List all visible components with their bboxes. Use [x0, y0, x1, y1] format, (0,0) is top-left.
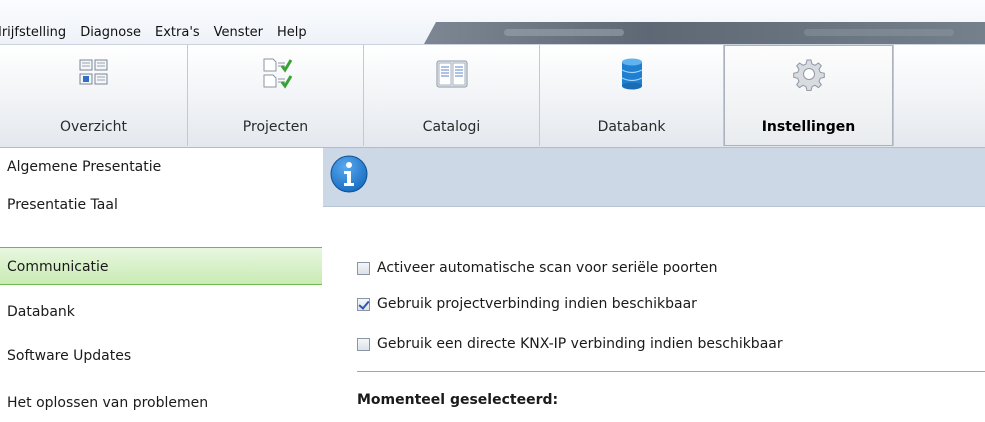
menubar: Irijfstelling Diagnose Extra's Venster H…: [0, 0, 985, 45]
toolbar-label: Databank: [597, 119, 666, 135]
title-text-blurred: [504, 29, 624, 36]
sidebar-item-software-updates[interactable]: Software Updates: [0, 337, 322, 375]
settings-gear-icon: [792, 59, 825, 91]
menu-list: Irijfstelling Diagnose Extra's Venster H…: [0, 25, 321, 40]
sidebar-item-communicatie[interactable]: Communicatie: [0, 247, 322, 285]
toolbar-button-databank[interactable]: Databank: [540, 45, 724, 146]
checkbox-direct-knx-ip[interactable]: [357, 337, 370, 351]
info-icon: [330, 155, 368, 193]
title-text-blurred-2: [804, 29, 954, 36]
sidebar-item-databank[interactable]: Databank: [0, 293, 322, 331]
menu-item-bijstelling[interactable]: Irijfstelling: [0, 25, 66, 40]
toolbar-label: Projecten: [242, 119, 309, 135]
option-use-project-connection[interactable]: Gebruik projectverbinding indien beschik…: [357, 295, 697, 313]
toolbar-button-instellingen[interactable]: Instellingen: [724, 45, 894, 146]
projects-checklist-icon: [263, 58, 292, 89]
menu-item-diagnose[interactable]: Diagnose: [80, 25, 141, 40]
communication-settings-panel: Activeer automatische scan voor seriële …: [323, 207, 985, 412]
toolbar-label: Instellingen: [761, 119, 856, 135]
toolbar-label: Overzicht: [60, 119, 127, 135]
overview-grid-icon: [79, 59, 107, 85]
sidebar-item-presentatie-taal[interactable]: Presentatie Taal: [0, 186, 322, 224]
option-label: Activeer automatische scan voor seriële …: [377, 260, 718, 276]
toolbar-button-overzicht[interactable]: Overzicht: [0, 45, 188, 146]
info-bar: [323, 148, 985, 207]
option-direct-knx-ip[interactable]: Gebruik een directe KNX-IP verbinding in…: [357, 335, 783, 353]
settings-sidebar: Algemene Presentatie Presentatie Taal Co…: [0, 148, 322, 412]
catalog-book-icon: [436, 60, 467, 88]
divider: [357, 371, 985, 372]
checkbox-use-project-connection[interactable]: [357, 297, 370, 311]
toolbar-button-catalogi[interactable]: Catalogi: [364, 45, 540, 146]
database-icon: [621, 58, 642, 90]
window-title-strip: [424, 22, 985, 44]
option-label: Gebruik een directe KNX-IP verbinding in…: [377, 336, 783, 352]
menu-item-extras[interactable]: Extra's: [155, 25, 200, 40]
toolbar-button-projecten[interactable]: Projecten: [188, 45, 364, 146]
main-toolbar: Overzicht Projecten Catalogi Databank In…: [0, 45, 985, 148]
sidebar-item-algemene-presentatie[interactable]: Algemene Presentatie: [0, 148, 322, 186]
currently-selected-heading: Momenteel geselecteerd:: [357, 392, 559, 408]
sidebar-item-problemen-oplossen[interactable]: Het oplossen van problemen: [0, 384, 322, 422]
option-auto-scan-serial[interactable]: Activeer automatische scan voor seriële …: [357, 259, 718, 277]
menu-item-venster[interactable]: Venster: [214, 25, 263, 40]
option-label: Gebruik projectverbinding indien beschik…: [377, 296, 697, 312]
checkbox-auto-scan-serial[interactable]: [357, 261, 370, 275]
toolbar-label: Catalogi: [422, 119, 481, 135]
menu-item-help[interactable]: Help: [277, 25, 307, 40]
